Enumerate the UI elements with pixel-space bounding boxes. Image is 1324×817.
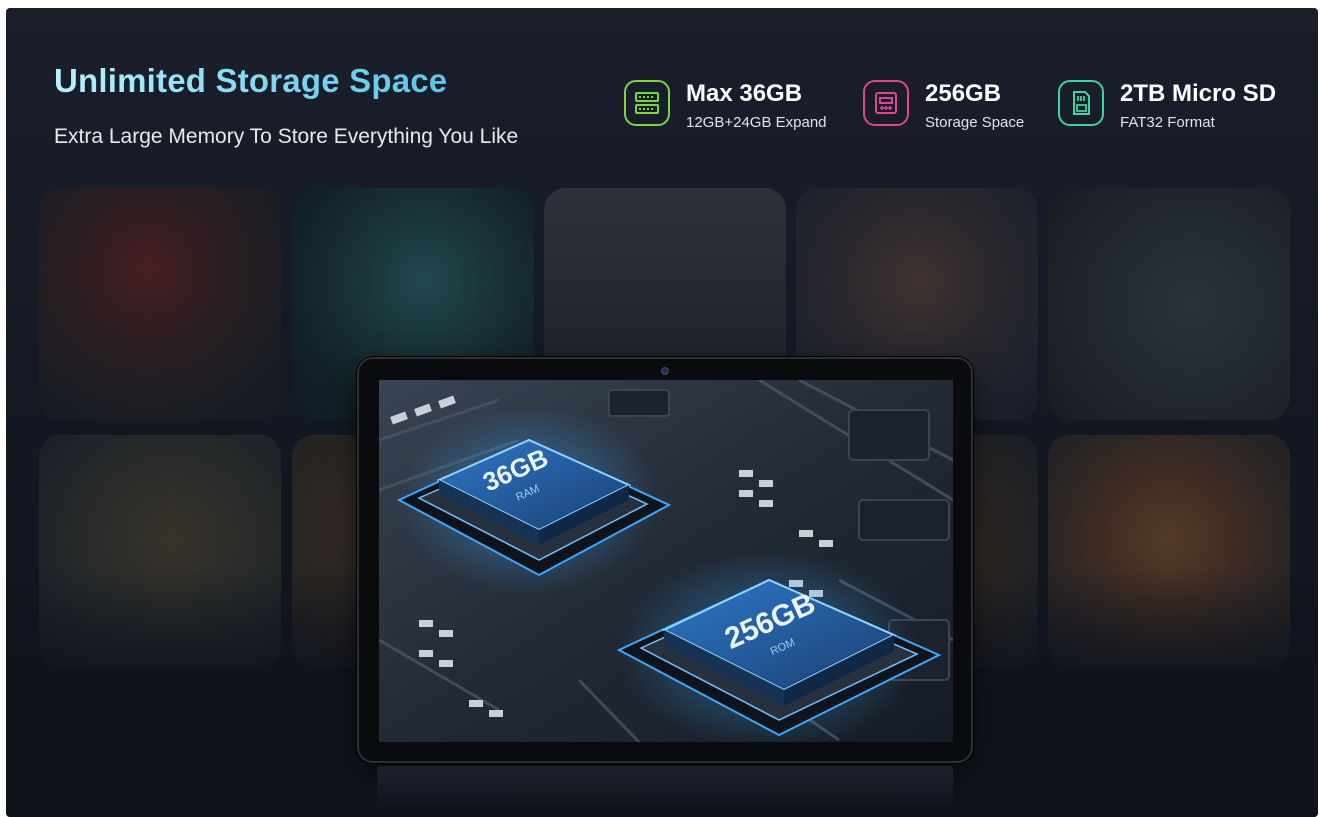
banner: Unlimited Storage Space Extra Large Memo… [6,8,1318,817]
poster-tile-superhero [39,188,281,420]
camera-icon [661,367,669,375]
tablet-device: 36GB RAM 256GB ROM [357,357,973,763]
feature-sd-desc: FAT32 Format [1120,114,1215,131]
tablet-reflection [377,766,953,806]
sd-card-icon [1058,80,1104,126]
poster-tile-creature [1048,188,1290,420]
feature-ram-value: Max 36GB [686,80,803,107]
ram-icon [624,80,670,126]
tablet-screen: 36GB RAM 256GB ROM [379,380,953,742]
feature-storage-value: 256GB [925,80,1002,107]
feature-storage-desc: Storage Space [925,114,1025,131]
circuit-board-illustration: 36GB RAM 256GB ROM [379,380,953,742]
storage-chip-icon [863,80,909,126]
page-subtitle: Extra Large Memory To Store Everything Y… [54,125,519,148]
page-title: Unlimited Storage Space [54,62,448,99]
feature-ram-desc: 12GB+24GB Expand [686,114,827,131]
feature-sd-value: 2TB Micro SD [1120,80,1277,107]
